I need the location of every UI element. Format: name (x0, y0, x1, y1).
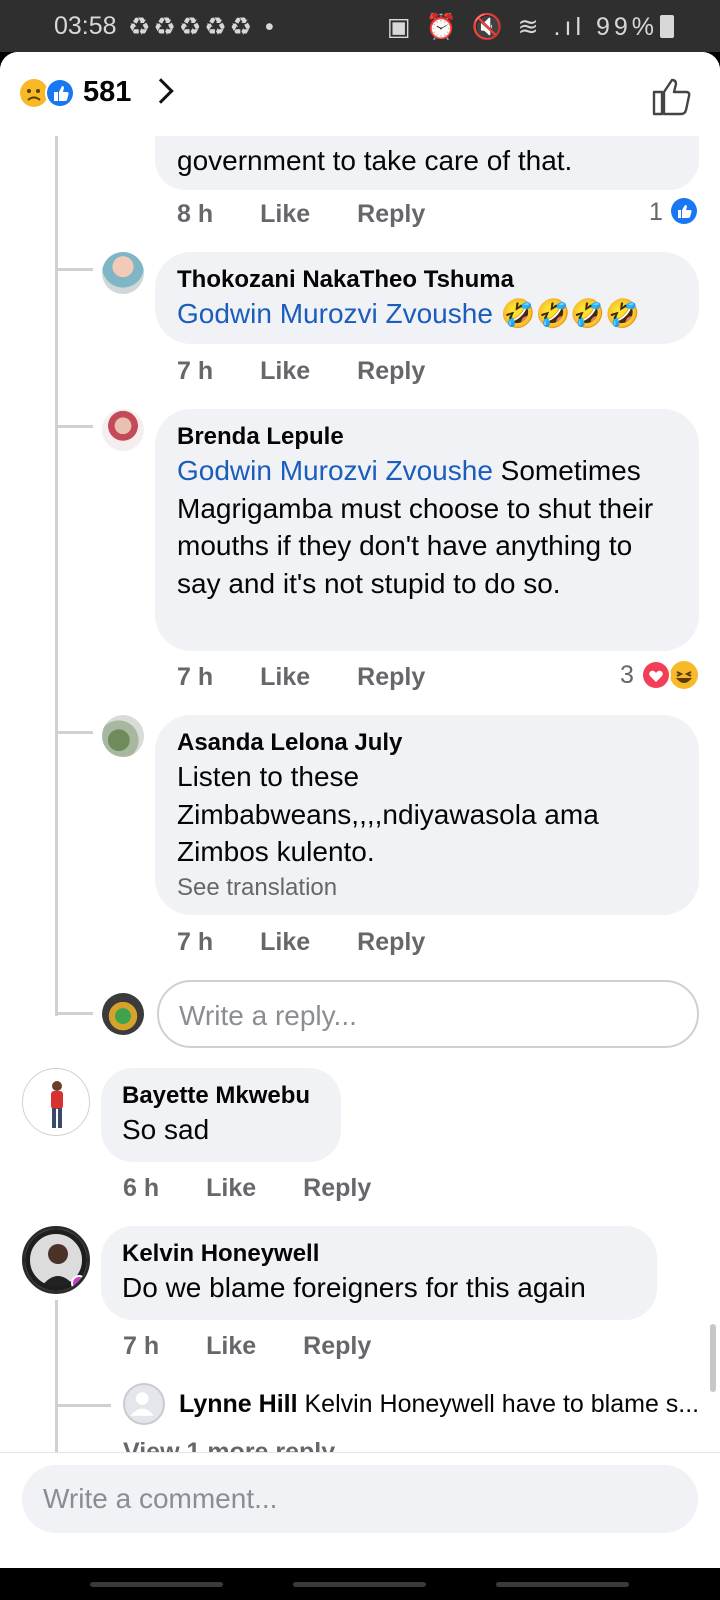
scrollbar[interactable] (710, 1324, 716, 1392)
comment-time: 8 h (177, 200, 214, 228)
comment-author[interactable]: Asanda Lelona July (177, 728, 677, 758)
like-link[interactable]: Like (260, 200, 310, 228)
reactions-header[interactable]: 581 (0, 52, 720, 136)
comment-time: 7 h (177, 357, 214, 385)
like-link[interactable]: Like (206, 1174, 256, 1202)
comment-time: 6 h (123, 1174, 160, 1202)
comment-text: So sad (122, 1114, 210, 1145)
like-link[interactable]: Like (206, 1332, 256, 1360)
comment-input[interactable]: Write a comment... (22, 1465, 698, 1533)
reply-link[interactable]: Reply (357, 357, 425, 385)
like-link[interactable]: Like (260, 663, 310, 691)
avatar[interactable] (102, 715, 144, 757)
like-outline-icon[interactable] (650, 74, 694, 118)
nav-gesture-bar[interactable] (496, 1582, 629, 1587)
reply-input[interactable]: Write a reply... (157, 980, 699, 1048)
haha-reaction-icon (670, 661, 698, 689)
chevron-right-icon[interactable] (148, 78, 174, 104)
comment-text: Do we blame foreigners for this again (122, 1272, 586, 1303)
sad-reaction-icon (20, 79, 48, 107)
reaction-summary-icons (20, 78, 75, 108)
reply-link[interactable]: Reply (303, 1174, 371, 1202)
thread-branch (55, 1012, 93, 1015)
navigation-bar (0, 1568, 720, 1600)
comment-time: 7 h (177, 663, 214, 691)
person-photo (51, 1081, 63, 1128)
status-bar: 03:58 ♻♻♻♻♻ • ▣ ⏰ 🔇 ≋ .ıl 99% (0, 0, 720, 52)
reply-link[interactable]: Reply (357, 663, 425, 691)
love-reaction-icon (641, 660, 671, 690)
thread-line (55, 1300, 58, 1460)
clock: 03:58 (54, 12, 117, 40)
comment-actions: 7 h Like Reply (177, 663, 472, 692)
comment-author[interactable]: Bayette Mkwebu (122, 1081, 319, 1111)
like-link[interactable]: Like (260, 357, 310, 385)
comment-actions: 6 h Like Reply (123, 1174, 418, 1203)
comment-actions: 7 h Like Reply (177, 928, 472, 957)
mention-link[interactable]: Godwin Murozvi Zvoushe (177, 298, 493, 329)
my-avatar (102, 993, 144, 1035)
avatar[interactable] (22, 1068, 90, 1136)
reaction-count: 581 (83, 76, 132, 108)
comment-text: Godwin Murozvi Zvoushe Sometimes Magriga… (177, 455, 654, 599)
comment-author[interactable]: Kelvin Honeywell (122, 1239, 635, 1269)
comment-composer: Write a comment... (0, 1452, 720, 1568)
reply-bubble: Asanda Lelona July Listen to these Zimba… (155, 715, 699, 915)
thread-branch (55, 731, 93, 734)
reply-bubble: Brenda Lepule Godwin Murozvi Zvoushe Som… (155, 409, 699, 651)
love-haha-reaction-icons[interactable] (640, 660, 700, 690)
thread-branch (55, 1404, 111, 1407)
see-translation-link[interactable]: See translation (177, 871, 677, 905)
battery-icon (660, 15, 674, 38)
comment-reaction-count: 3 (620, 661, 634, 689)
like-reaction-icon[interactable] (670, 197, 698, 225)
nav-gesture-bar[interactable] (293, 1582, 426, 1587)
reply-preview-text: Kelvin Honeywell have to blame s... (304, 1390, 700, 1418)
comment-author[interactable]: Thokozani NakaTheo Tshuma (177, 265, 677, 295)
notification-icons: ♻♻♻♻♻ • (128, 13, 277, 41)
avatar[interactable] (22, 1226, 90, 1294)
reply-link[interactable]: Reply (357, 928, 425, 956)
comment-bubble: government to take care of that. (155, 136, 699, 190)
comments-sheet: 581 government to take care of that. 8 h… (0, 52, 720, 1568)
comment-actions: 7 h Like Reply (177, 357, 472, 386)
comment-author[interactable]: Brenda Lepule (177, 422, 677, 452)
comment-actions: 8 h Like Reply (177, 200, 472, 229)
system-status-icons: ▣ ⏰ 🔇 ≋ .ıl 99% (386, 13, 658, 41)
comment-reaction-count: 1 (649, 198, 663, 226)
default-avatar-icon[interactable] (123, 1383, 165, 1425)
reply-bubble: Thokozani NakaTheo Tshuma Godwin Murozvi… (155, 252, 699, 344)
like-reaction-icon (45, 78, 75, 108)
comment-time: 7 h (123, 1332, 160, 1360)
reply-link[interactable]: Reply (357, 200, 425, 228)
thread-branch (55, 425, 93, 428)
avatar[interactable] (102, 252, 144, 294)
comment-text: Listen to these Zimbabweans,,,,ndiyawaso… (177, 761, 599, 867)
comment-bubble: Kelvin Honeywell Do we blame foreigners … (101, 1226, 657, 1320)
like-link[interactable]: Like (260, 928, 310, 956)
avatar[interactable] (102, 409, 144, 451)
reply-link[interactable]: Reply (303, 1332, 371, 1360)
comment-text: Godwin Murozvi Zvoushe 🤣🤣🤣🤣 (177, 298, 641, 329)
comment-time: 7 h (177, 928, 214, 956)
heart-badge-icon (71, 1275, 87, 1291)
thread-branch (55, 268, 93, 271)
comment-bubble: Bayette Mkwebu So sad (101, 1068, 341, 1162)
mention-link[interactable]: Godwin Murozvi Zvoushe (177, 455, 493, 486)
comment-author[interactable]: Lynne Hill (179, 1390, 298, 1418)
reply-preview[interactable]: Lynne Hill Kelvin Honeywell have to blam… (179, 1390, 699, 1419)
comment-actions: 7 h Like Reply (123, 1332, 418, 1361)
comment-text: government to take care of that. (177, 145, 573, 176)
nav-gesture-bar[interactable] (90, 1582, 223, 1587)
